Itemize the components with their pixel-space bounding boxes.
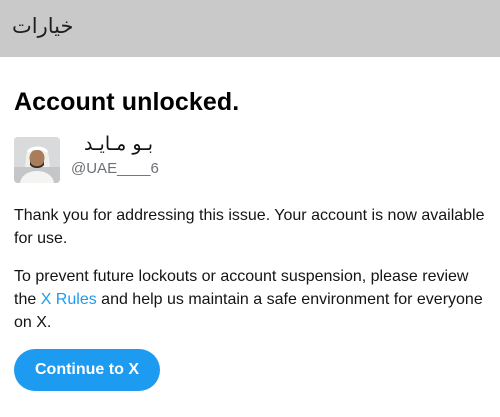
top-bar: خيارات (0, 0, 500, 57)
x-rules-link[interactable]: X Rules (41, 291, 97, 308)
user-handle: @UAE____6 (71, 160, 159, 177)
user-display-name: بـو مـايـد (84, 133, 154, 155)
rules-message: To prevent future lockouts or account su… (14, 265, 489, 334)
options-menu-title[interactable]: خيارات (12, 14, 73, 38)
continue-button[interactable]: Continue to X (14, 349, 160, 391)
page-title: Account unlocked. (14, 88, 240, 116)
avatar (14, 137, 60, 183)
user-avatar-image (14, 137, 60, 183)
confirmation-message: Thank you for addressing this issue. You… (14, 207, 485, 247)
